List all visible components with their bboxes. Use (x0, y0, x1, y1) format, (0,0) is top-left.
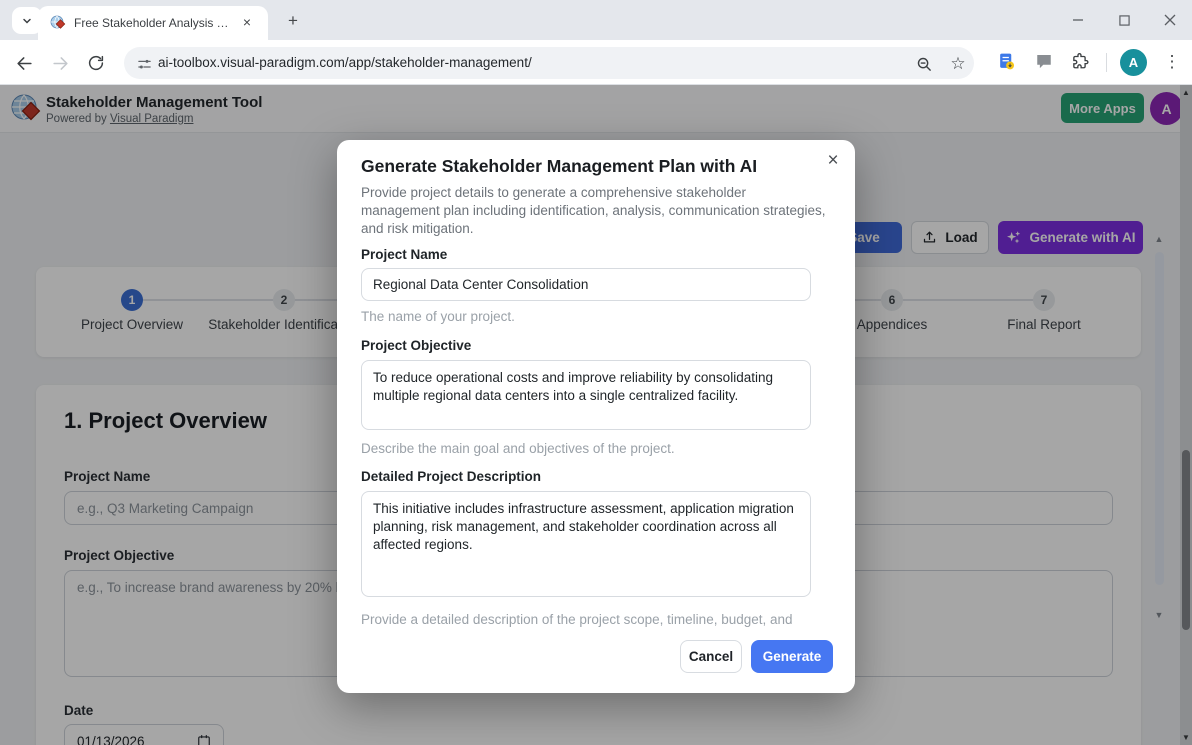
browser-menu-icon[interactable]: ⋮ (1160, 50, 1184, 74)
forward-icon[interactable] (48, 51, 72, 75)
toolbar-divider (1106, 53, 1107, 72)
zoom-out-icon[interactable] (914, 54, 934, 74)
modal-project-name-input[interactable] (361, 268, 811, 301)
generate-plan-modal: Generate Stakeholder Management Plan wit… (337, 140, 855, 693)
modal-project-name-helper: The name of your project. (361, 309, 811, 325)
modal-project-objective-helper: Describe the main goal and objectives of… (361, 441, 811, 457)
browser-toolbar: ai-toolbox.visual-paradigm.com/app/stake… (0, 40, 1192, 85)
modal-project-name-label: Project Name (361, 247, 811, 262)
window-minimize-button[interactable] (1063, 8, 1093, 32)
modal-title: Generate Stakeholder Management Plan wit… (361, 156, 757, 177)
modal-detailed-description-label: Detailed Project Description (361, 469, 811, 484)
tab-favicon-icon (50, 15, 66, 31)
browser-tab[interactable]: Free Stakeholder Analysis Tool | × (38, 6, 268, 40)
modal-form-body: Project Name The name of your project. P… (361, 228, 811, 630)
bookmark-star-icon[interactable]: ☆ (948, 54, 968, 74)
browser-profile-avatar[interactable]: A (1120, 49, 1147, 76)
browser-tab-strip: Free Stakeholder Analysis Tool | × + (0, 0, 1192, 40)
new-tab-button[interactable]: + (282, 10, 304, 32)
chevron-down-icon (21, 15, 33, 27)
extensions-icon[interactable] (1070, 51, 1090, 71)
address-bar[interactable]: ai-toolbox.visual-paradigm.com/app/stake… (124, 47, 974, 79)
generate-button[interactable]: Generate (751, 640, 833, 673)
modal-scroll-down-icon[interactable]: ▼ (1147, 610, 1171, 620)
comment-bubble-icon[interactable] (1034, 51, 1054, 71)
reading-list-icon[interactable] (996, 51, 1016, 71)
modal-scroll-up-icon[interactable]: ▲ (1147, 234, 1171, 244)
modal-detailed-description-textarea[interactable]: This initiative includes infrastructure … (361, 491, 811, 597)
modal-project-objective-textarea[interactable]: To reduce operational costs and improve … (361, 360, 811, 430)
site-settings-icon[interactable] (134, 54, 154, 74)
modal-scrollbar-thumb[interactable] (1155, 252, 1164, 585)
reload-icon[interactable] (84, 51, 108, 75)
modal-project-objective-label: Project Objective (361, 338, 811, 353)
screen: Stakeholder Management Tool Powered by V… (0, 0, 1192, 745)
tab-title: Free Stakeholder Analysis Tool | (74, 16, 232, 30)
modal-close-icon[interactable]: × (820, 148, 846, 174)
url-text[interactable]: ai-toolbox.visual-paradigm.com/app/stake… (158, 55, 532, 70)
window-close-button[interactable] (1155, 8, 1185, 32)
modal-detailed-description-helper: Provide a detailed description of the pr… (361, 610, 811, 630)
back-icon[interactable] (12, 51, 36, 75)
window-maximize-button[interactable] (1109, 8, 1139, 32)
cancel-button[interactable]: Cancel (680, 640, 742, 673)
tab-close-icon[interactable]: × (238, 14, 256, 32)
